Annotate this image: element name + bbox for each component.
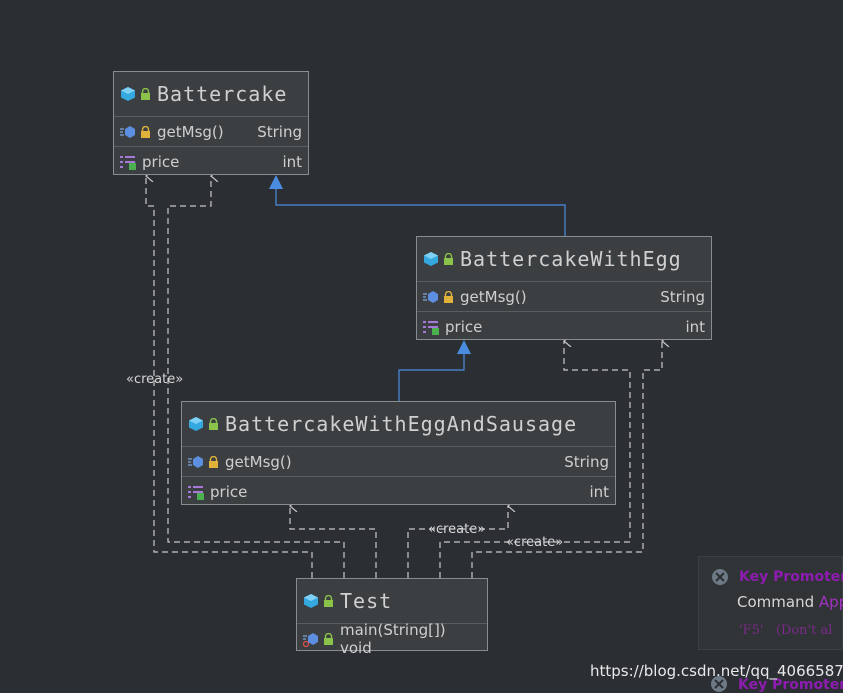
method-icon (120, 125, 135, 138)
class-test[interactable]: Test main(String[]) void (296, 578, 488, 657)
class-title: BattercakeWithEggAndSausage (225, 412, 578, 436)
field-row[interactable]: price int (417, 312, 711, 341)
method-name: getMsg() (225, 452, 292, 471)
class-battercake-with-egg-and-sausage[interactable]: BattercakeWithEggAndSausage getMsg() Str… (181, 401, 616, 505)
class-icon (189, 417, 203, 431)
class-battercake-with-egg[interactable]: BattercakeWithEgg getMsg() String price … (416, 236, 712, 340)
lock-icon (324, 595, 333, 607)
class-title: Battercake (157, 82, 288, 106)
field-row[interactable]: price int (114, 147, 308, 176)
method-icon (423, 290, 438, 303)
field-row[interactable]: price int (182, 477, 615, 506)
lock-icon (444, 290, 453, 303)
key-promoter-icon (712, 569, 728, 585)
command-prefix: Command (737, 593, 815, 611)
create-label: «create» (126, 372, 184, 387)
field-type: int (685, 317, 705, 336)
method-type: String (257, 122, 302, 141)
class-icon (304, 594, 318, 608)
static-method-icon (303, 632, 318, 647)
field-icon (188, 485, 204, 500)
class-header: BattercakeWithEgg (417, 237, 711, 282)
field-icon (120, 155, 136, 170)
lock-icon (324, 632, 333, 645)
command-app-link[interactable]: App (819, 593, 843, 611)
method-name: main(String[]) void (340, 620, 446, 657)
lock-icon (141, 125, 150, 138)
inheritance-sausage-to-with-egg (398, 340, 471, 401)
class-header: Test (297, 579, 487, 624)
create-label: «create» (428, 522, 486, 537)
method-name: getMsg() (157, 122, 224, 141)
field-name: price (142, 152, 180, 171)
method-type: String (564, 452, 609, 471)
class-title: Test (340, 589, 393, 613)
field-type: int (282, 152, 302, 171)
hint-dismiss[interactable]: (Don't al (776, 623, 833, 638)
key-promoter-hint: 'F5' (Don't al (739, 623, 832, 638)
key-promoter-command: Command App (737, 593, 843, 611)
inheritance-with-egg-to-battercake (269, 175, 566, 236)
hint-key: 'F5' (739, 623, 764, 638)
field-name: price (445, 317, 483, 336)
class-battercake[interactable]: Battercake getMsg() String price int (113, 71, 309, 175)
lock-icon (141, 88, 150, 100)
method-name: getMsg() (460, 287, 527, 306)
method-icon (188, 455, 203, 468)
class-header: Battercake (114, 72, 308, 117)
key-promoter-popup[interactable]: Key Promoter Command App 'F5' (Don't al (698, 556, 843, 650)
method-row[interactable]: getMsg() String (417, 282, 711, 312)
key-promoter-title: Key Promoter (739, 569, 843, 585)
method-type: String (660, 287, 705, 306)
watermark-url: https://blog.csdn.net/qq_40665874 (590, 662, 843, 680)
method-row[interactable]: getMsg() String (114, 117, 308, 147)
class-icon (424, 252, 438, 266)
class-title: BattercakeWithEgg (460, 247, 682, 271)
lock-icon (209, 418, 218, 430)
lock-icon (444, 253, 453, 265)
create-label: «create» (506, 535, 564, 550)
field-type: int (589, 482, 609, 501)
field-name: price (210, 482, 248, 501)
class-header: BattercakeWithEggAndSausage (182, 402, 615, 447)
class-icon (121, 87, 135, 101)
method-row[interactable]: getMsg() String (182, 447, 615, 477)
field-icon (423, 320, 439, 335)
method-row[interactable]: main(String[]) void (297, 621, 487, 657)
lock-icon (209, 455, 218, 468)
